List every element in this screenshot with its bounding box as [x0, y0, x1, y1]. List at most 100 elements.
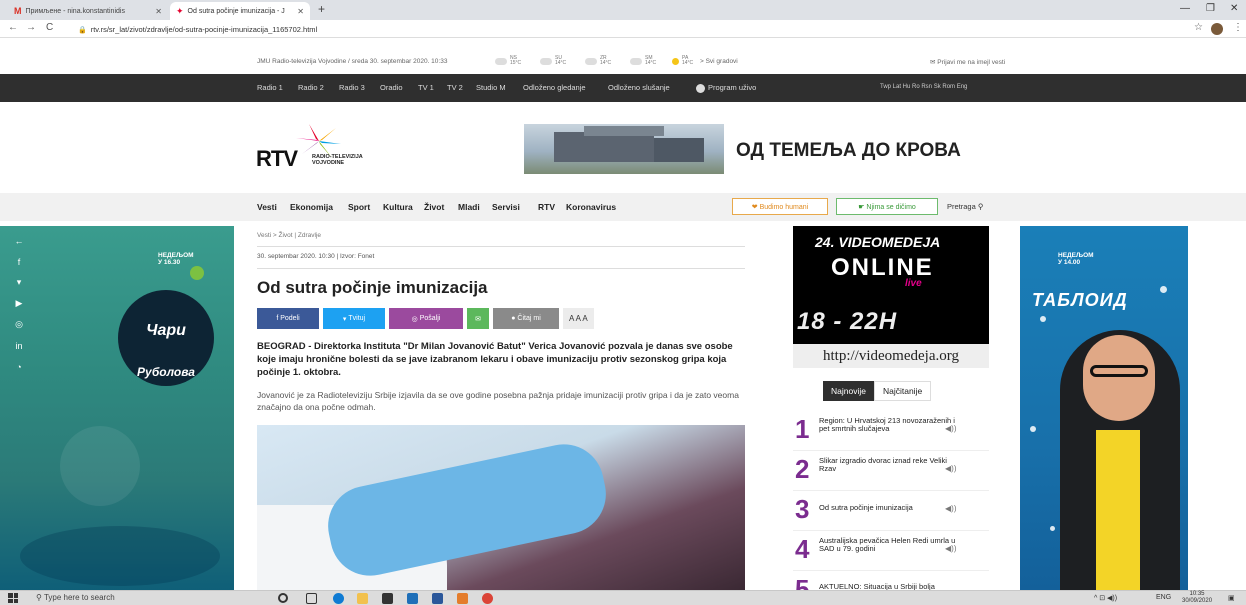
top-info-bar: JMU Radio-televizija Vojvodine / sreda 3… [0, 50, 1246, 74]
rank-number: 1 [795, 414, 810, 444]
speaker-icon[interactable]: ◀)) [945, 464, 956, 473]
url-field[interactable]: 🔒 rtv.rs/sr_lat/zivot/zdravlje/od-sutra-… [78, 23, 1168, 36]
windows-start-icon[interactable] [8, 593, 18, 603]
nav-koronavirus[interactable]: Koronavirus [566, 202, 616, 212]
edge-icon[interactable] [333, 593, 344, 604]
speaker-icon[interactable]: ◀)) [945, 424, 956, 433]
budimo-humani-button[interactable]: ❤ Budimo humani [732, 198, 828, 215]
cloud-icon [495, 57, 507, 65]
back-icon[interactable]: ← [8, 22, 18, 33]
close-tab-icon[interactable]: ✕ [297, 7, 304, 16]
weather-zr[interactable]: ZR 14°C [585, 56, 611, 66]
language-indicator[interactable]: ENG [1156, 594, 1171, 601]
language-switcher[interactable]: Twp Lat Hu Ro Rsn Sk Rom Eng [880, 84, 967, 90]
njima-se-dicimo-button[interactable]: ☛ Njima se dičimo [836, 198, 938, 215]
list-item[interactable]: 2 Slikar izgradio dvorac iznad reke Veli… [793, 454, 989, 491]
word-icon[interactable] [432, 593, 443, 604]
facebook-icon[interactable]: f [8, 251, 30, 272]
restore-icon[interactable]: ❐ [1206, 3, 1215, 14]
speaker-icon[interactable]: ◀)) [945, 544, 956, 553]
rank-text: Od sutra počinje imunizacija [819, 503, 913, 512]
rss-icon[interactable]: ◔ [8, 356, 30, 377]
speaker-icon[interactable]: ◀)) [945, 504, 956, 513]
reload-icon[interactable]: C [46, 22, 53, 33]
chrome-icon[interactable] [482, 593, 493, 604]
store-icon[interactable] [382, 593, 393, 604]
font-size-buttons[interactable]: A A A [563, 308, 594, 329]
new-tab-button[interactable]: + [318, 2, 325, 16]
file-explorer-icon[interactable] [357, 593, 368, 604]
back-arrow-icon[interactable]: ← [8, 230, 30, 251]
nav-live-program[interactable]: Program uživo [696, 83, 756, 93]
cloud-icon [585, 57, 597, 65]
bookmark-star-icon[interactable]: ☆ [1194, 22, 1203, 33]
instagram-icon[interactable]: ◎ [8, 314, 30, 335]
close-tab-icon[interactable]: ✕ [155, 7, 162, 16]
nav-delayed-listening[interactable]: Odloženo slušanje [608, 83, 670, 92]
right-ad-title: ТАБЛОИД [1032, 290, 1128, 310]
nav-rtv[interactable]: RTV [538, 202, 555, 212]
email-share-button[interactable]: ✉ [467, 308, 489, 329]
nav-servisi[interactable]: Servisi [492, 202, 520, 212]
youtube-icon[interactable]: ▶ [8, 293, 30, 314]
minimize-icon[interactable]: — [1180, 3, 1190, 14]
cortana-icon[interactable] [278, 593, 288, 603]
read-aloud-button[interactable]: ● Čitaj mi [493, 308, 559, 329]
list-item[interactable]: 4 Australijska pevačica Helen Redi umrla… [793, 534, 989, 571]
profile-avatar[interactable] [1211, 23, 1223, 35]
nav-radio-1[interactable]: Radio 1 [257, 83, 283, 92]
taskbar-search[interactable]: ⚲ Type here to search [36, 593, 115, 602]
videomedeja-promo[interactable]: 24. VIDEOMEDEJA ONLINE live 18 - 22H htt… [793, 226, 989, 368]
rtv-logo[interactable]: RTV RADIO-TELEVIZIJA VOJVODINE [256, 124, 426, 174]
list-item[interactable]: 3 Od sutra počinje imunizacija ◀)) [793, 494, 989, 531]
twitter-icon[interactable]: ▾ [8, 272, 30, 293]
send-share-button[interactable]: ◎ Pošalji [389, 308, 463, 329]
weather-ns[interactable]: NS 15°C [495, 56, 521, 66]
article-dateline: 30. septembar 2020. 10:30 | Izvor: Fonet [257, 253, 375, 260]
weather-sm[interactable]: SM 14°C [630, 56, 656, 66]
list-item[interactable]: 5 AKTUELNO: Situacija u Srbiji bolja [793, 574, 989, 591]
tab-latest[interactable]: Najnovije [823, 381, 874, 401]
nav-tv-1[interactable]: TV 1 [418, 83, 434, 92]
search-button[interactable]: Pretraga ⚲ [947, 202, 983, 211]
notification-icon[interactable]: ▣ [1228, 594, 1235, 602]
share-bar: f Podeli ▾ Tvituj ◎ Pošalji ✉ ● Čitaj mi… [257, 308, 594, 329]
tray-icons[interactable]: ^ ⊡ ◀)) [1094, 594, 1117, 602]
breadcrumb[interactable]: Vesti > Život | Zdravlje [257, 232, 321, 239]
linkedin-icon[interactable]: in [8, 335, 30, 356]
mail-icon[interactable] [407, 593, 418, 604]
ad-banner[interactable]: ОД ТЕМЕЉА ДО КРОВА [524, 124, 1004, 174]
nav-zivot[interactable]: Život [424, 202, 444, 212]
forward-icon[interactable]: → [26, 22, 36, 33]
pinterest-icon: ◎ [411, 315, 420, 323]
nav-sport[interactable]: Sport [348, 202, 370, 212]
facebook-share-button[interactable]: f Podeli [257, 308, 319, 329]
weather-su[interactable]: SU 14°C [540, 56, 566, 66]
tab-most-read[interactable]: Najčitanije [873, 381, 932, 401]
rank-text: Slikar izgradio dvorac iznad reke Veliki… [819, 456, 947, 473]
nav-vesti[interactable]: Vesti [257, 202, 277, 212]
close-window-icon[interactable]: ✕ [1230, 3, 1238, 14]
nav-ekonomija[interactable]: Ekonomija [290, 202, 333, 212]
nav-delayed-watching[interactable]: Odloženo gledanje [523, 83, 586, 92]
nav-radio-3[interactable]: Radio 3 [339, 83, 365, 92]
clock[interactable]: 10:35 30/09/2020 [1182, 591, 1212, 605]
list-item[interactable]: 1 Region: U Hrvatskoj 213 novozaraženih … [793, 414, 989, 451]
task-view-icon[interactable] [306, 593, 317, 604]
weather-pa[interactable]: PA 14°C [672, 56, 693, 66]
tab-gmail[interactable]: M Примљене - nina.konstantinidis ✕ [8, 2, 168, 20]
all-cities-link[interactable]: > Svi gradovi [700, 58, 738, 65]
promo-line1: 24. VIDEOMEDEJA [815, 234, 941, 250]
nav-mladi[interactable]: Mladi [458, 202, 480, 212]
subscribe-link[interactable]: ✉ Prijavi me na imejl vesti [930, 58, 1005, 66]
left-ad-banner[interactable] [0, 226, 234, 590]
nav-radio-2[interactable]: Radio 2 [298, 83, 324, 92]
nav-tv-2[interactable]: TV 2 [447, 83, 463, 92]
tab-rtv[interactable]: ✦ Od sutra počinje imunizacija - J ✕ [170, 2, 310, 20]
nav-kultura[interactable]: Kultura [383, 202, 413, 212]
paint-icon[interactable] [457, 593, 468, 604]
nav-oradio[interactable]: Oradio [380, 83, 403, 92]
nav-studio-m[interactable]: Studio M [476, 83, 506, 92]
menu-icon[interactable]: ⋮ [1233, 22, 1243, 33]
twitter-share-button[interactable]: ▾ Tvituj [323, 308, 385, 329]
